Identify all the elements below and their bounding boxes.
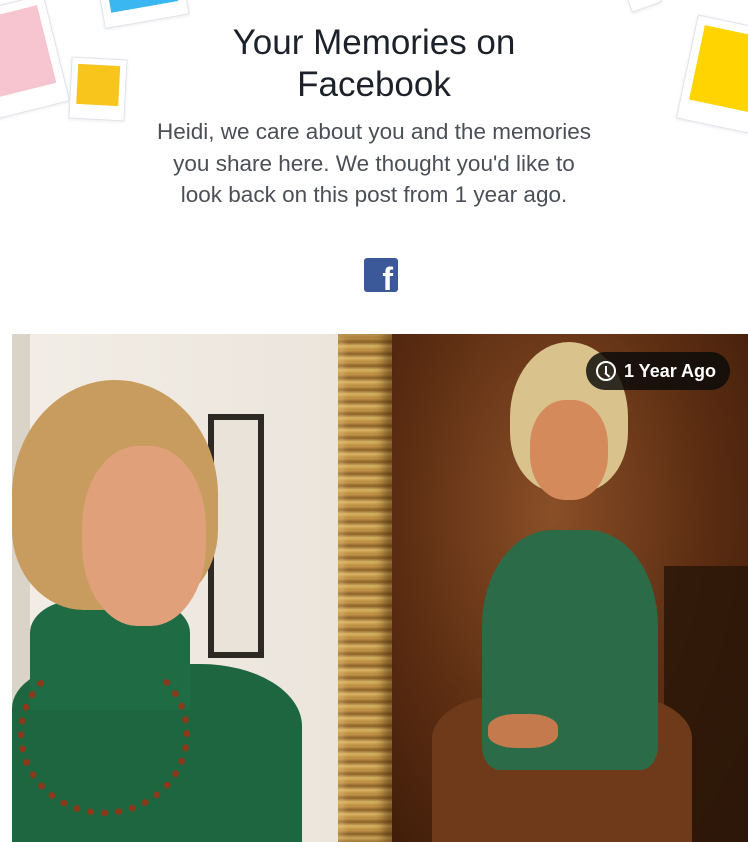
photo-child-face — [530, 400, 608, 500]
memories-header: Your Memories on Facebook Heidi, we care… — [0, 0, 748, 330]
photo-gilded-frame — [338, 334, 392, 842]
memory-age-badge: 1 Year Ago — [586, 352, 731, 390]
photo-child-hands — [488, 714, 558, 748]
polaroid-sticker-girl — [0, 0, 71, 120]
polaroid-sticker-cat — [68, 56, 128, 122]
memory-photo[interactable]: 1 Year Ago — [12, 334, 748, 842]
page-title: Your Memories on Facebook — [232, 23, 516, 104]
polaroid-sticker-corner — [625, 0, 663, 13]
photo-woman-face — [82, 446, 206, 626]
facebook-logo-glyph: f — [382, 261, 393, 292]
memory-age-label: 1 Year Ago — [624, 360, 717, 381]
memory-message: Heidi, we care about you and the memorie… — [157, 119, 591, 207]
photo-necklace — [18, 652, 190, 816]
facebook-logo-icon[interactable]: f — [364, 258, 398, 292]
polaroid-sticker-flower — [675, 14, 748, 136]
clock-icon — [596, 361, 616, 381]
